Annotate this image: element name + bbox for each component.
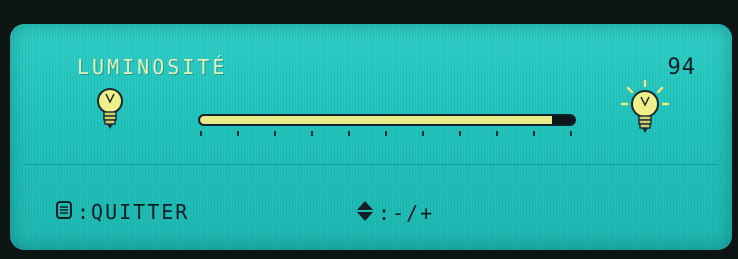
exit-hint: :QUITTER xyxy=(55,200,189,224)
osd-panel: LUMINOSITÉ 94:QUITTER:-/+ xyxy=(10,24,732,250)
slider-ticks xyxy=(200,131,574,139)
osd-divider xyxy=(24,164,718,165)
osd-title: LUMINOSITÉ xyxy=(77,55,228,79)
brightness-slider[interactable] xyxy=(198,114,576,126)
exit-label: :QUITTER xyxy=(77,200,190,224)
brightness-value: 94 xyxy=(667,55,696,80)
bulb-high-icon xyxy=(620,79,670,138)
adjust-label: :-/+ xyxy=(378,201,435,225)
menu-button-icon xyxy=(55,200,73,224)
up-down-arrows-icon xyxy=(356,200,374,226)
bulb-low-icon xyxy=(95,85,125,133)
adjust-hint: :-/+ xyxy=(356,200,434,226)
brightness-slider-fill xyxy=(200,116,552,124)
